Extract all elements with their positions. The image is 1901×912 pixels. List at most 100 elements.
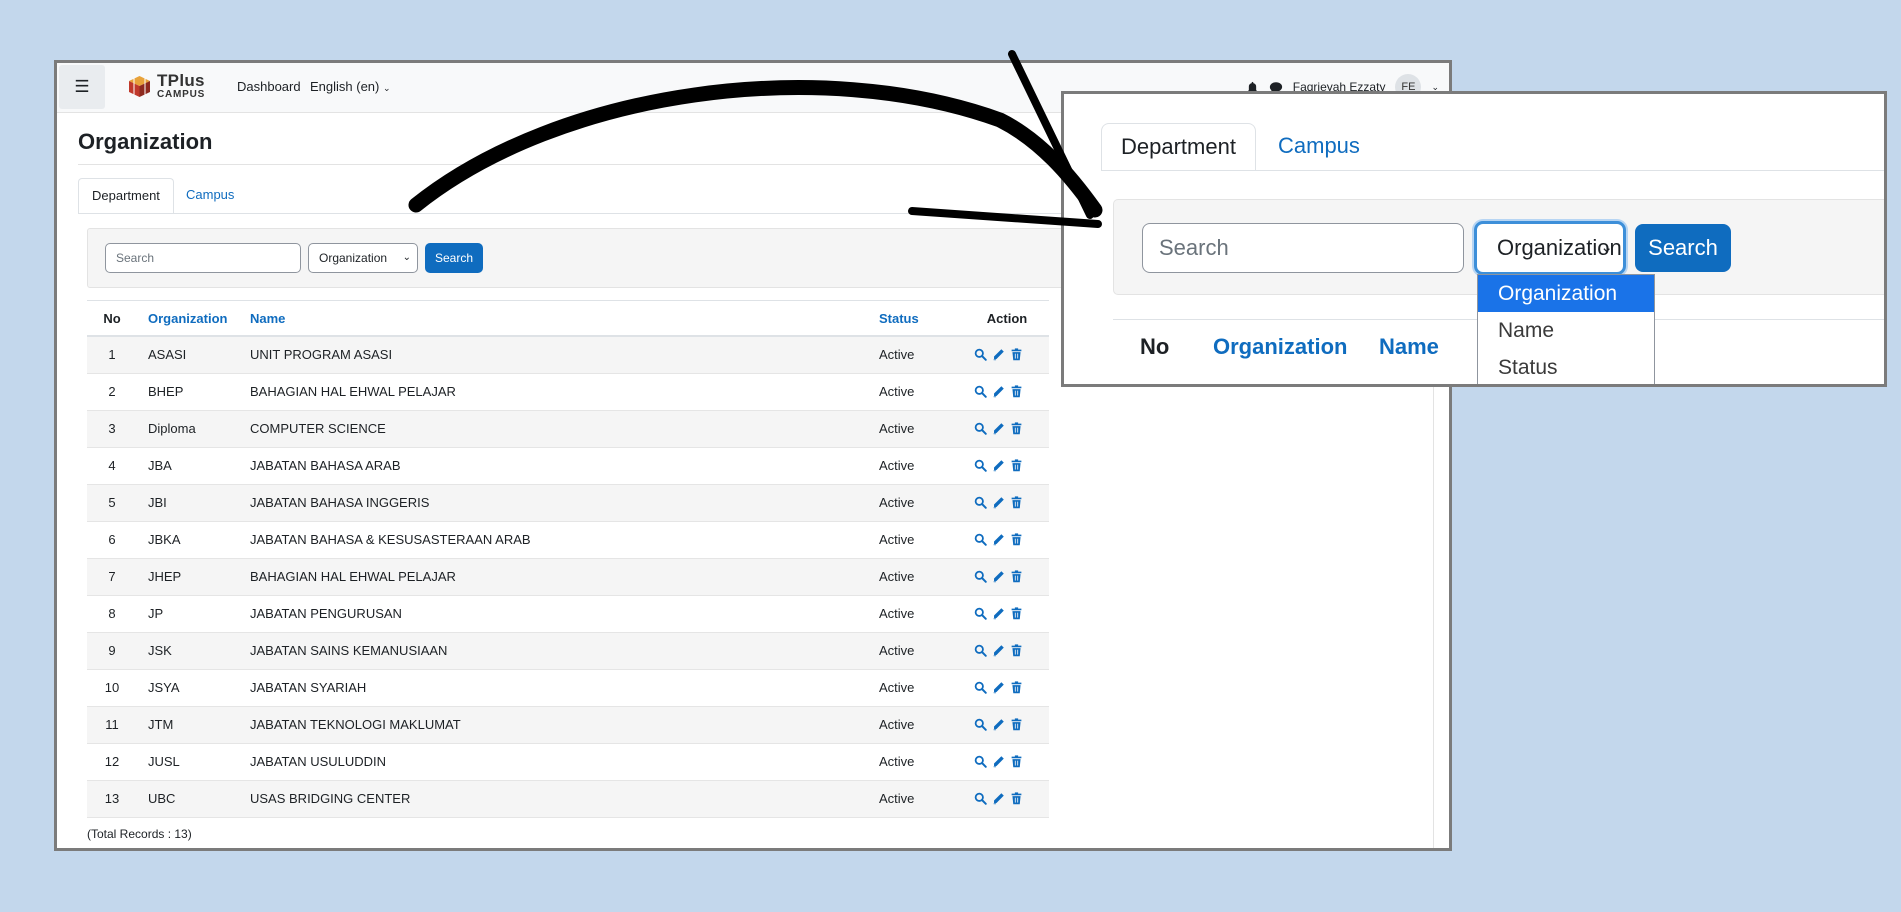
trash-icon[interactable] <box>1010 348 1023 361</box>
pencil-icon[interactable] <box>992 644 1005 657</box>
trash-icon[interactable] <box>1010 496 1023 509</box>
table-row: 2 BHEP BAHAGIAN HAL EHWAL PELAJAR Active <box>87 374 1049 411</box>
dropdown-option-status[interactable]: Status <box>1478 349 1654 384</box>
cell-name: JABATAN TEKNOLOGI MAKLUMAT <box>250 717 461 732</box>
cell-status: Active <box>879 569 915 584</box>
cell-name: JABATAN BAHASA & KESUSASTERAAN ARAB <box>250 532 531 547</box>
zoom-search-button[interactable]: Search <box>1635 224 1731 272</box>
zoom-search-filter-select[interactable]: Organization ⌄ <box>1474 221 1626 275</box>
table-row: 5 JBI JABATAN BAHASA INGGERIS Active <box>87 485 1049 522</box>
trash-icon[interactable] <box>1010 755 1023 768</box>
magnifier-icon[interactable] <box>974 348 987 361</box>
trash-icon[interactable] <box>1010 644 1023 657</box>
dropdown-option-name[interactable]: Name <box>1478 312 1654 349</box>
magnifier-icon[interactable] <box>974 385 987 398</box>
pencil-icon[interactable] <box>992 348 1005 361</box>
cell-organization: Diploma <box>148 421 196 436</box>
header-name[interactable]: Name <box>250 301 285 337</box>
language-menu[interactable]: English (en) ⌄ <box>310 79 391 94</box>
cell-name: BAHAGIAN HAL EHWAL PELAJAR <box>250 569 456 584</box>
page-title: Organization <box>78 129 213 154</box>
row-actions <box>974 533 1023 546</box>
search-button[interactable]: Search <box>425 243 483 273</box>
pencil-icon[interactable] <box>992 533 1005 546</box>
magnifier-icon[interactable] <box>974 570 987 583</box>
trash-icon[interactable] <box>1010 681 1023 694</box>
table-row: 6 JBKA JABATAN BAHASA & KESUSASTERAAN ARAB… <box>87 522 1049 559</box>
zoom-tab-department[interactable]: Department <box>1101 123 1256 171</box>
filter-dropdown-list: Organization Name Status <box>1477 274 1655 384</box>
zoom-search-input[interactable]: Search <box>1142 223 1464 273</box>
pencil-icon[interactable] <box>992 570 1005 583</box>
magnifier-icon[interactable] <box>974 718 987 731</box>
magnifier-icon[interactable] <box>974 792 987 805</box>
language-label: English (en) <box>310 79 380 94</box>
trash-icon[interactable] <box>1010 459 1023 472</box>
pencil-icon[interactable] <box>992 496 1005 509</box>
magnifier-icon[interactable] <box>974 644 987 657</box>
trash-icon[interactable] <box>1010 792 1023 805</box>
table-row: 13 UBC USAS BRIDGING CENTER Active <box>87 781 1049 818</box>
site-logo[interactable]: TPlus CAMPUS <box>127 69 205 103</box>
pencil-icon[interactable] <box>992 681 1005 694</box>
header-no: No <box>103 311 121 326</box>
magnifier-icon[interactable] <box>974 755 987 768</box>
search-filter-value: Organization <box>319 251 388 265</box>
zoom-tab-campus[interactable]: Campus <box>1278 123 1360 169</box>
pencil-icon[interactable] <box>992 792 1005 805</box>
zoom-header-no: No <box>1140 334 1170 359</box>
cell-organization: JBI <box>148 495 167 510</box>
trash-icon[interactable] <box>1010 607 1023 620</box>
cell-no: 6 <box>108 532 116 547</box>
header-organization[interactable]: Organization <box>148 301 227 337</box>
cell-status: Active <box>879 791 915 806</box>
magnifier-icon[interactable] <box>974 607 987 620</box>
table-row: 12 JUSL JABATAN USULUDDIN Active <box>87 744 1049 781</box>
header-status[interactable]: Status <box>879 301 919 337</box>
table-row: 3 Diploma COMPUTER SCIENCE Active <box>87 411 1049 448</box>
cell-name: JABATAN PENGURUSAN <box>250 606 402 621</box>
trash-icon[interactable] <box>1010 718 1023 731</box>
pencil-icon[interactable] <box>992 459 1005 472</box>
magnifier-icon[interactable] <box>974 533 987 546</box>
tab-department[interactable]: Department <box>78 178 174 214</box>
cell-organization: ASASI <box>148 347 187 362</box>
magnifier-icon[interactable] <box>974 681 987 694</box>
cell-organization: UBC <box>148 791 176 806</box>
cell-name: BAHAGIAN HAL EHWAL PELAJAR <box>250 384 456 399</box>
row-actions <box>974 792 1023 805</box>
hamburger-menu-button[interactable]: ☰ <box>59 65 105 109</box>
trash-icon[interactable] <box>1010 385 1023 398</box>
pencil-icon[interactable] <box>992 718 1005 731</box>
tab-campus[interactable]: Campus <box>173 178 247 214</box>
trash-icon[interactable] <box>1010 533 1023 546</box>
row-actions <box>974 607 1023 620</box>
search-input[interactable]: Search <box>105 243 301 273</box>
hamburger-icon: ☰ <box>74 77 90 96</box>
magnifier-icon[interactable] <box>974 496 987 509</box>
cell-organization: JUSL <box>148 754 180 769</box>
cell-no: 12 <box>104 754 120 769</box>
cell-status: Active <box>879 495 915 510</box>
cell-status: Active <box>879 384 915 399</box>
pencil-icon[interactable] <box>992 607 1005 620</box>
pencil-icon[interactable] <box>992 755 1005 768</box>
pencil-icon[interactable] <box>992 422 1005 435</box>
cell-name: JABATAN BAHASA INGGERIS <box>250 495 430 510</box>
cell-status: Active <box>879 532 915 547</box>
cell-no: 9 <box>108 643 116 658</box>
row-actions <box>974 459 1023 472</box>
cell-organization: JP <box>148 606 164 621</box>
cell-name: JABATAN USULUDDIN <box>250 754 387 769</box>
nav-dashboard-link[interactable]: Dashboard <box>237 79 301 94</box>
zoom-header-organization[interactable]: Organization <box>1213 332 1347 362</box>
dropdown-option-organization[interactable]: Organization <box>1478 275 1654 312</box>
cell-status: Active <box>879 347 915 362</box>
pencil-icon[interactable] <box>992 385 1005 398</box>
magnifier-icon[interactable] <box>974 422 987 435</box>
trash-icon[interactable] <box>1010 570 1023 583</box>
trash-icon[interactable] <box>1010 422 1023 435</box>
search-filter-select[interactable]: Organization ⌄ <box>308 243 418 273</box>
magnifier-icon[interactable] <box>974 459 987 472</box>
zoom-header-name[interactable]: Name <box>1379 332 1439 362</box>
